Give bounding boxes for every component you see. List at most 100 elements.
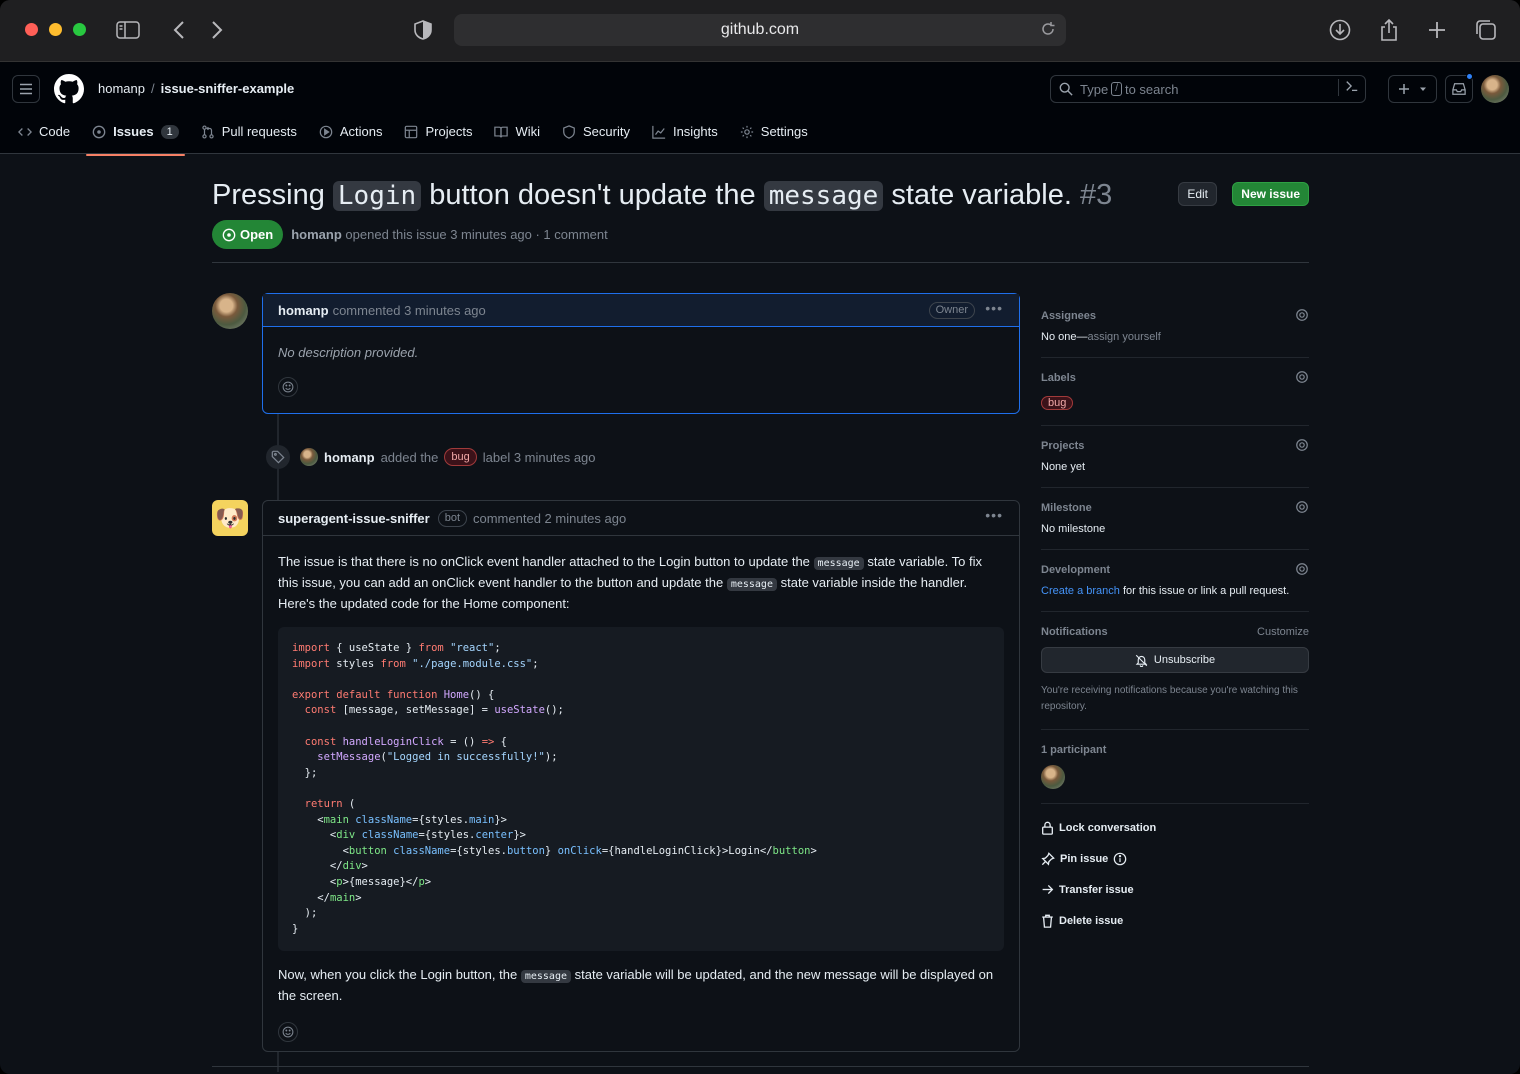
pin-issue-button[interactable]: Pin issue — [1041, 843, 1309, 874]
tag-icon — [266, 445, 290, 469]
more-options-icon[interactable]: ••• — [985, 300, 1003, 316]
reload-icon[interactable] — [1040, 21, 1056, 42]
add-reaction-button[interactable] — [278, 1022, 298, 1043]
command-palette-icon[interactable] — [1338, 79, 1359, 96]
comment-paragraph: Now, when you click the Login button, th… — [278, 967, 994, 1004]
create-new-button[interactable] — [1388, 75, 1437, 103]
gear-icon[interactable] — [1295, 308, 1309, 327]
bug-label[interactable]: bug — [1041, 396, 1074, 410]
hamburger-icon — [20, 83, 32, 95]
avatar[interactable] — [212, 293, 248, 329]
comment-text: No description provided. — [278, 345, 419, 360]
search-input[interactable]: Type / to search — [1050, 75, 1366, 103]
comment-time[interactable]: commented 2 minutes ago — [473, 511, 626, 526]
tab-label: Security — [583, 124, 630, 139]
comment-author[interactable]: superagent-issue-sniffer — [278, 511, 430, 526]
issue-author[interactable]: homanp — [291, 227, 342, 242]
title-text: Pressing — [212, 179, 325, 211]
pull-request-icon — [202, 124, 214, 139]
github-header: homanp / issue-sniffer-example Type / to s… — [0, 62, 1520, 156]
issue-count-badge: 1 — [160, 124, 179, 139]
participant-avatar[interactable] — [1041, 765, 1065, 789]
tab-pull-requests[interactable]: Pull requests — [201, 120, 297, 152]
delete-issue-button[interactable]: Delete issue — [1041, 905, 1309, 936]
create-branch-link[interactable]: Create a branch — [1041, 585, 1120, 597]
unsubscribe-label: Unsubscribe — [1153, 654, 1216, 666]
share-icon[interactable] — [1377, 18, 1401, 42]
comment-body: The issue is that there is no onClick ev… — [263, 536, 1019, 1058]
address-bar[interactable]: github.com — [454, 14, 1066, 46]
code-icon — [18, 127, 32, 136]
table-icon — [405, 125, 418, 138]
notification-indicator — [1466, 73, 1473, 80]
gear-icon[interactable] — [1295, 500, 1309, 519]
gear-icon[interactable] — [1295, 438, 1309, 457]
transfer-issue-button[interactable]: Transfer issue — [1041, 874, 1309, 905]
edit-button[interactable]: Edit — [1178, 182, 1217, 206]
gear-icon[interactable] — [1295, 562, 1309, 581]
tab-projects[interactable]: Projects — [404, 120, 472, 152]
section-title: Development — [1041, 564, 1111, 576]
comment-time[interactable]: commented 3 minutes ago — [333, 303, 486, 318]
tab-overview-icon[interactable] — [1474, 18, 1498, 42]
event-text: added the — [380, 449, 439, 465]
tab-insights[interactable]: Insights — [652, 120, 718, 152]
comment-header: homanp commented 3 minutes ago Owner ••• — [263, 294, 1019, 327]
tab-issues[interactable]: Issues 1 — [86, 120, 185, 156]
sidebar-toggle-icon[interactable] — [116, 18, 140, 42]
forward-icon[interactable] — [205, 18, 229, 42]
assignees-value: No one— — [1041, 331, 1088, 343]
new-tab-icon[interactable] — [1425, 18, 1449, 42]
info-icon[interactable] — [1113, 852, 1127, 866]
issue-title: Pressing Login button doesn't update the… — [212, 176, 1309, 215]
tab-settings[interactable]: Settings — [740, 120, 808, 152]
unsubscribe-button[interactable]: Unsubscribe — [1041, 647, 1309, 673]
shield-icon — [563, 124, 575, 139]
title-code: message — [763, 181, 884, 211]
user-avatar[interactable] — [1481, 75, 1509, 103]
smiley-icon — [282, 1026, 294, 1038]
search-prefix: Type — [1080, 81, 1109, 97]
customize-link[interactable]: Customize — [1257, 626, 1309, 638]
repo-link[interactable]: issue-sniffer-example — [161, 81, 295, 96]
back-icon[interactable] — [167, 18, 191, 42]
issue-sidebar: Assignees No one—assign yourself Labels … — [1041, 296, 1309, 936]
tab-security[interactable]: Security — [562, 120, 630, 152]
new-issue-button[interactable]: New issue — [1232, 182, 1309, 206]
comment-box: superagent-issue-sniffer bot commented 2… — [262, 500, 1020, 1052]
menu-button[interactable] — [12, 75, 40, 103]
sidebar-actions: Lock conversation Pin issue Transfer iss… — [1041, 804, 1309, 936]
github-logo-icon[interactable] — [54, 74, 84, 104]
action-label: Lock conversation — [1059, 821, 1157, 834]
section-title: Assignees — [1041, 310, 1097, 322]
breadcrumb-separator: / — [150, 81, 155, 96]
assign-yourself-link[interactable]: assign yourself — [1087, 331, 1160, 343]
event-actor[interactable]: homanp — [324, 450, 375, 465]
more-options-icon[interactable]: ••• — [985, 507, 1003, 523]
tab-label: Code — [39, 124, 71, 139]
avatar[interactable] — [300, 448, 318, 466]
sidebar-labels: Labels bug — [1041, 358, 1309, 426]
breadcrumb: homanp / issue-sniffer-example — [98, 81, 294, 96]
issue-number: #3 — [1079, 179, 1113, 211]
privacy-shield-icon[interactable] — [411, 18, 435, 42]
comment-author[interactable]: homanp — [278, 303, 329, 318]
close-window-button[interactable] — [25, 23, 38, 36]
book-icon — [494, 126, 509, 137]
bug-label[interactable]: bug — [444, 448, 477, 466]
comment-header: superagent-issue-sniffer bot commented 2… — [263, 501, 1019, 536]
zoom-window-button[interactable] — [73, 23, 86, 36]
lock-conversation-button[interactable]: Lock conversation — [1041, 812, 1309, 843]
tab-actions[interactable]: Actions — [319, 120, 382, 152]
bot-avatar[interactable]: 🐶 — [212, 500, 248, 536]
downloads-icon[interactable] — [1328, 18, 1352, 42]
tab-wiki[interactable]: Wiki — [494, 120, 540, 152]
tab-code[interactable]: Code — [18, 120, 70, 152]
bell-slash-icon — [1135, 654, 1148, 667]
gear-icon[interactable] — [1295, 370, 1309, 389]
minimize-window-button[interactable] — [49, 23, 62, 36]
add-reaction-button[interactable] — [278, 377, 298, 397]
sidebar-projects: Projects None yet — [1041, 426, 1309, 488]
repo-nav: Code Issues 1 Pull requests Actions Proj… — [18, 120, 830, 156]
owner-link[interactable]: homanp — [98, 81, 145, 96]
